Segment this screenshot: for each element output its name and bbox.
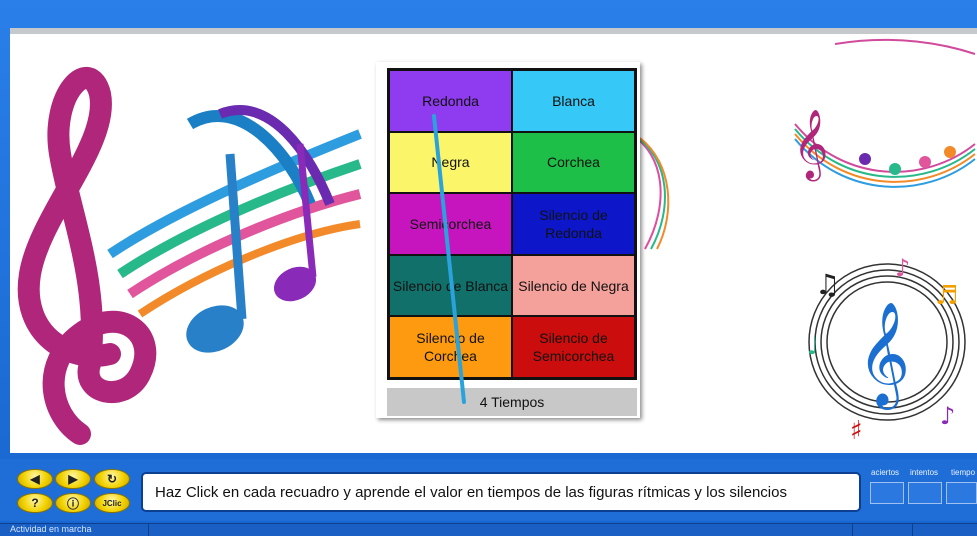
- cell-corchea[interactable]: Corchea: [512, 131, 635, 194]
- info-button[interactable]: ⓘ: [55, 493, 91, 513]
- cell-label: Silencio de Semicorchea: [532, 330, 615, 365]
- status-text: Actividad en marcha: [10, 524, 92, 534]
- music-staff-wave-art: 𝄞: [793, 38, 976, 188]
- status-divider: [852, 524, 853, 536]
- jclic-player-window: 𝄞 𝄞 ♫ ♪ ♬ ♩ ♯ ♪ Redonda Blanca Negra Cor…: [0, 0, 977, 536]
- svg-text:♪: ♪: [895, 254, 910, 282]
- arrow-left-icon: ◀: [30, 472, 40, 486]
- cell-silencio-de-blanca[interactable]: Silencio de Blanca: [389, 254, 512, 317]
- cell-label: Silencio de Negra: [518, 277, 629, 294]
- cell-label: Silencio de Blanca: [392, 277, 509, 294]
- message-box: Haz Click en cada recuadro y aprende el …: [141, 472, 861, 512]
- arrow-right-icon: ▶: [68, 472, 78, 486]
- cell-label: Semicorchea: [409, 215, 492, 232]
- info-icon: ⓘ: [66, 496, 79, 511]
- figures-grid: Redonda Blanca Negra Corchea Semicorchea…: [387, 68, 637, 380]
- help-icon: ?: [31, 496, 39, 510]
- jclic-logo: JClic: [102, 498, 122, 508]
- cell-redonda[interactable]: Redonda: [389, 70, 512, 132]
- cell-label: Blanca: [552, 92, 595, 109]
- help-button[interactable]: ?: [17, 493, 53, 513]
- treble-clef-art-left: [17, 67, 362, 445]
- jclic-button[interactable]: JClic: [94, 493, 130, 513]
- svg-text:𝄞: 𝄞: [857, 301, 910, 410]
- svg-text:♪: ♪: [940, 402, 955, 430]
- cell-label: Redonda: [422, 92, 479, 109]
- message-text: Haz Click en cada recuadro y aprende el …: [155, 483, 787, 501]
- counter-tiempo-box: [946, 482, 977, 504]
- cell-silencio-de-corchea[interactable]: Silencio de Corchea: [389, 316, 512, 378]
- svg-text:♯: ♯: [850, 416, 863, 446]
- counter-intentos-label: intentos: [910, 468, 939, 477]
- status-divider: [912, 524, 913, 536]
- cell-label: Negra: [431, 154, 470, 171]
- counter-intentos-box: [908, 482, 942, 504]
- cell-negra[interactable]: Negra: [389, 131, 512, 194]
- answer-display: 4 Tiempos: [387, 388, 637, 416]
- svg-text:♫: ♫: [815, 268, 840, 301]
- cell-blanca[interactable]: Blanca: [512, 70, 635, 132]
- activity-board: Redonda Blanca Negra Corchea Semicorchea…: [376, 62, 640, 418]
- status-divider: [148, 524, 149, 536]
- svg-text:♩: ♩: [807, 332, 818, 360]
- prev-button[interactable]: ◀: [17, 469, 53, 489]
- cell-label: Corchea: [547, 154, 600, 171]
- reload-icon: ↻: [106, 472, 118, 486]
- cell-silencio-de-redonda[interactable]: Silencio de Redonda: [512, 193, 635, 255]
- cell-silencio-de-negra[interactable]: Silencio de Negra: [512, 254, 635, 317]
- circular-staff-art: 𝄞 ♫ ♪ ♬ ♩ ♯ ♪: [807, 254, 966, 446]
- next-button[interactable]: ▶: [55, 469, 91, 489]
- status-bar: Actividad en marcha: [0, 523, 977, 536]
- cell-silencio-de-semicorchea[interactable]: Silencio de Semicorchea: [512, 316, 635, 378]
- control-bar: ◀ ▶ ↻ ? ⓘ JClic Haz Click en cada recuad…: [0, 459, 977, 521]
- svg-text:𝄞: 𝄞: [793, 109, 828, 181]
- counter-aciertos-box: [870, 482, 904, 504]
- svg-text:♬: ♬: [935, 281, 958, 311]
- reload-button[interactable]: ↻: [94, 469, 130, 489]
- cell-label: Silencio de Redonda: [539, 206, 608, 241]
- cell-semicorchea[interactable]: Semicorchea: [389, 193, 512, 255]
- activity-stage: 𝄞 𝄞 ♫ ♪ ♬ ♩ ♯ ♪ Redonda Blanca Negra Cor…: [10, 28, 977, 453]
- counter-aciertos-label: aciertos: [871, 468, 900, 477]
- counter-tiempo-label: tiempo: [951, 468, 976, 477]
- cell-label: Silencio de Corchea: [416, 330, 485, 365]
